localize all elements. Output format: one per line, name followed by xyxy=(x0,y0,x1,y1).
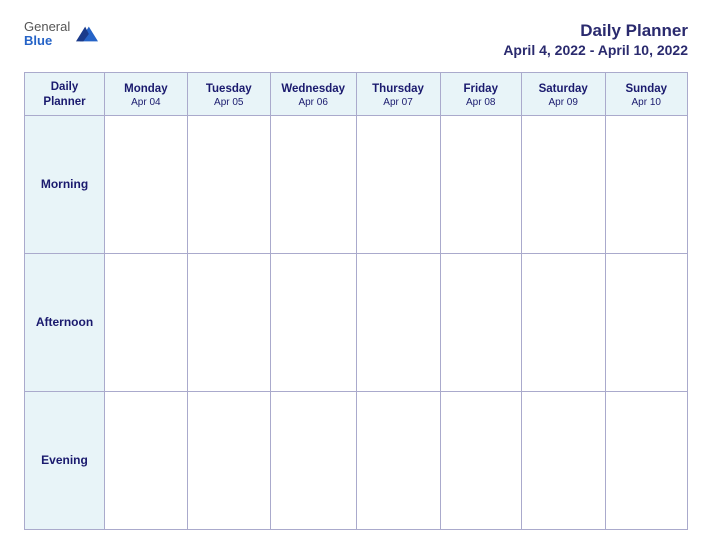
wednesday-label: Wednesday xyxy=(275,82,352,97)
evening-row: Evening xyxy=(25,391,688,529)
monday-label: Monday xyxy=(109,82,183,97)
sunday-label: Sunday xyxy=(610,82,684,97)
morning-friday-cell[interactable] xyxy=(440,115,521,253)
wednesday-date: Apr 06 xyxy=(275,97,352,108)
saturday-date: Apr 09 xyxy=(526,97,601,108)
evening-saturday-cell[interactable] xyxy=(521,391,605,529)
afternoon-tuesday-cell[interactable] xyxy=(187,253,270,391)
table-header-monday: Monday Apr 04 xyxy=(105,73,188,116)
table-header-saturday: Saturday Apr 09 xyxy=(521,73,605,116)
morning-sunday-cell[interactable] xyxy=(605,115,688,253)
logo-icon xyxy=(76,23,98,45)
afternoon-friday-cell[interactable] xyxy=(440,253,521,391)
evening-thursday-cell[interactable] xyxy=(356,391,440,529)
friday-date: Apr 08 xyxy=(445,97,517,108)
evening-tuesday-cell[interactable] xyxy=(187,391,270,529)
morning-tuesday-cell[interactable] xyxy=(187,115,270,253)
evening-label-cell: Evening xyxy=(25,391,105,529)
daily-label-line2: Planner xyxy=(29,95,100,110)
table-header-thursday: Thursday Apr 07 xyxy=(356,73,440,116)
sunday-date: Apr 10 xyxy=(610,97,684,108)
table-header-sunday: Sunday Apr 10 xyxy=(605,73,688,116)
table-header-wednesday: Wednesday Apr 06 xyxy=(270,73,356,116)
title-block: Daily Planner April 4, 2022 - April 10, … xyxy=(503,20,688,58)
morning-wednesday-cell[interactable] xyxy=(270,115,356,253)
date-range: April 4, 2022 - April 10, 2022 xyxy=(503,42,688,58)
table-header-friday: Friday Apr 08 xyxy=(440,73,521,116)
thursday-date: Apr 07 xyxy=(361,97,436,108)
morning-thursday-cell[interactable] xyxy=(356,115,440,253)
thursday-label: Thursday xyxy=(361,82,436,97)
logo: General Blue xyxy=(24,20,98,49)
table-header-row: Daily Planner Monday Apr 04 Tuesday Apr … xyxy=(25,73,688,116)
afternoon-row: Afternoon xyxy=(25,253,688,391)
evening-wednesday-cell[interactable] xyxy=(270,391,356,529)
table-header-label-cell: Daily Planner xyxy=(25,73,105,116)
evening-sunday-cell[interactable] xyxy=(605,391,688,529)
afternoon-sunday-cell[interactable] xyxy=(605,253,688,391)
afternoon-wednesday-cell[interactable] xyxy=(270,253,356,391)
evening-friday-cell[interactable] xyxy=(440,391,521,529)
page: General Blue Daily Planner April 4, 2022… xyxy=(0,0,712,550)
logo-blue-text: Blue xyxy=(24,34,70,48)
tuesday-label: Tuesday xyxy=(192,82,266,97)
monday-date: Apr 04 xyxy=(109,97,183,108)
planner-table: Daily Planner Monday Apr 04 Tuesday Apr … xyxy=(24,72,688,530)
morning-saturday-cell[interactable] xyxy=(521,115,605,253)
header: General Blue Daily Planner April 4, 2022… xyxy=(24,20,688,58)
afternoon-monday-cell[interactable] xyxy=(105,253,188,391)
afternoon-thursday-cell[interactable] xyxy=(356,253,440,391)
tuesday-date: Apr 05 xyxy=(192,97,266,108)
evening-monday-cell[interactable] xyxy=(105,391,188,529)
morning-row: Morning xyxy=(25,115,688,253)
logo-general-text: General xyxy=(24,20,70,34)
morning-monday-cell[interactable] xyxy=(105,115,188,253)
friday-label: Friday xyxy=(445,82,517,97)
saturday-label: Saturday xyxy=(526,82,601,97)
morning-label-cell: Morning xyxy=(25,115,105,253)
table-header-tuesday: Tuesday Apr 05 xyxy=(187,73,270,116)
afternoon-saturday-cell[interactable] xyxy=(521,253,605,391)
planner-title: Daily Planner xyxy=(503,20,688,42)
afternoon-label-cell: Afternoon xyxy=(25,253,105,391)
daily-label-line1: Daily xyxy=(29,80,100,95)
